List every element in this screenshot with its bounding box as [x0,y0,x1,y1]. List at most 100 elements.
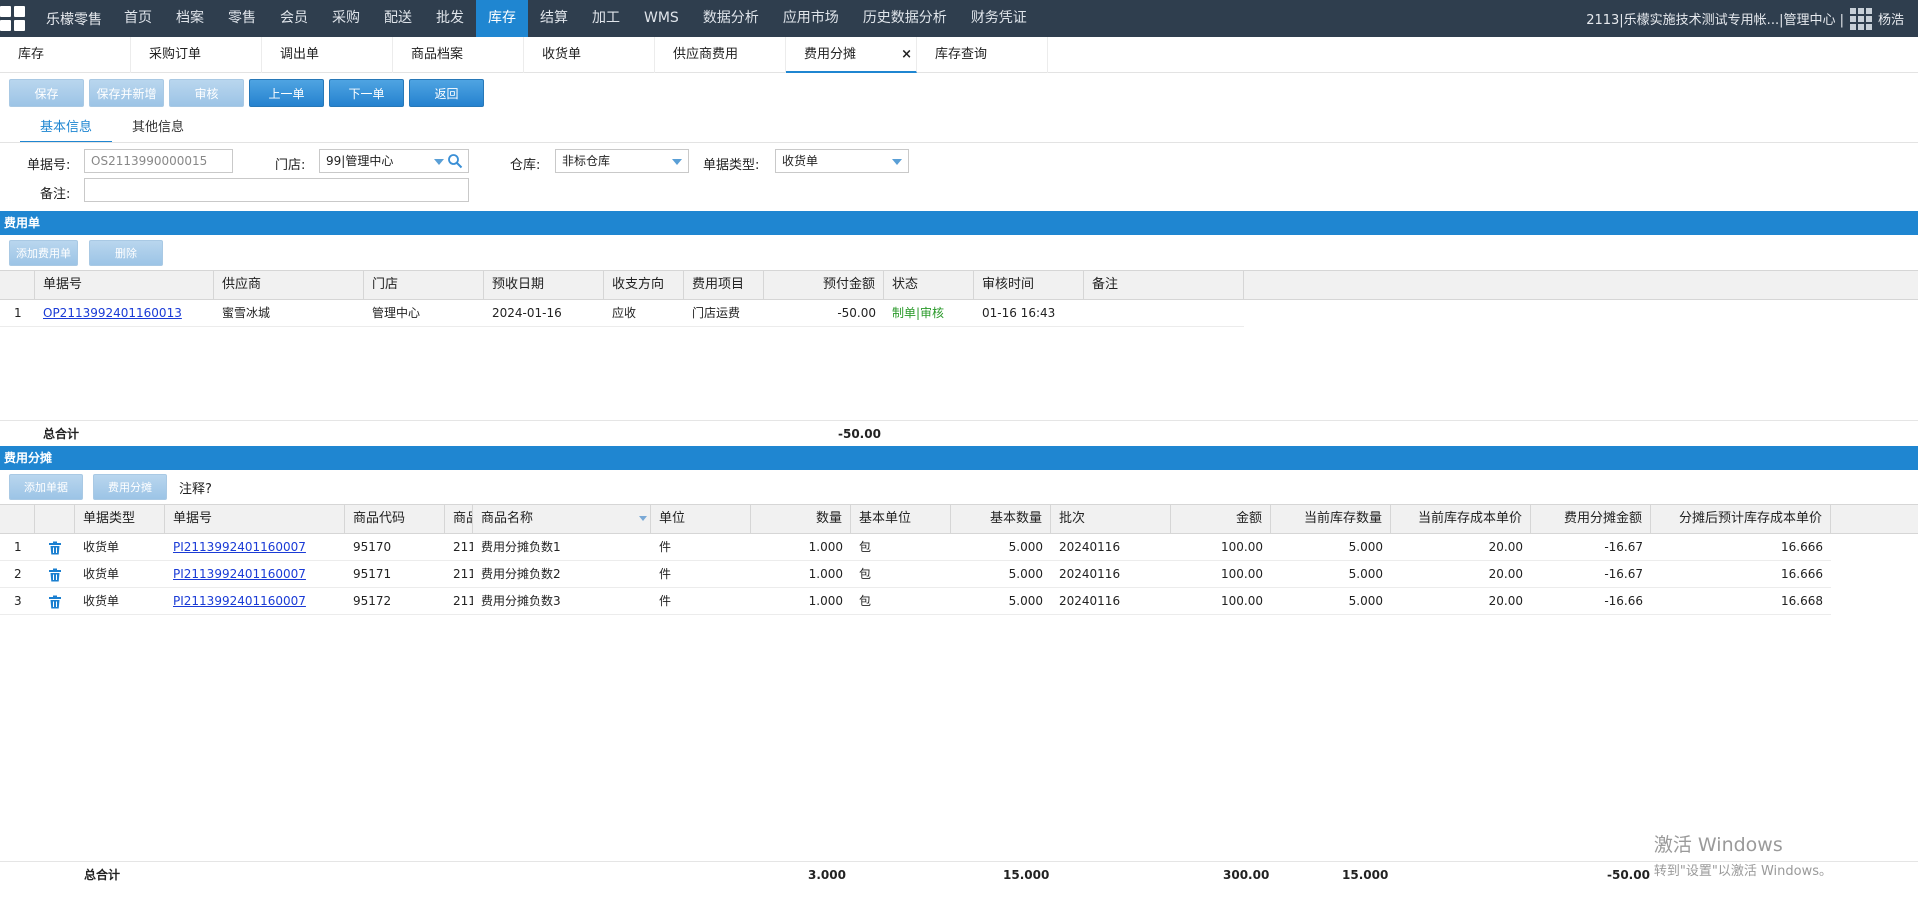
row-action [35,534,75,560]
audit-button[interactable]: 审核 [169,79,244,107]
col-remark[interactable]: 备注 [1084,271,1244,299]
menu-item-member[interactable]: 会员 [268,0,320,37]
back-button[interactable]: 返回 [409,79,484,107]
doc-no-link[interactable]: PI2113992401160007 [173,540,306,554]
doc-no-link[interactable]: OP2113992401160013 [43,306,182,320]
allocate-fee-button[interactable]: 费用分摊 [93,474,167,500]
menu-item-retail[interactable]: 零售 [216,0,268,37]
doc-tab-transfer-out[interactable]: 调出单 [262,37,393,73]
col-doc-no[interactable]: 单据号 [35,271,214,299]
trash-icon[interactable] [48,595,62,609]
next-doc-button[interactable]: 下一单 [329,79,404,107]
menu-item-data-analysis[interactable]: 数据分析 [691,0,771,37]
col-product-code[interactable]: 商品代码 [345,505,445,533]
col-alloc-amount[interactable]: 费用分摊金额 [1531,505,1651,533]
app-grid-icon[interactable] [0,0,40,37]
menu-item-processing[interactable]: 加工 [580,0,632,37]
col-unit[interactable]: 单位 [651,505,751,533]
store-field[interactable]: 99|管理中心 [319,149,469,173]
col-stock-cost[interactable]: 当前库存成本单价 [1391,505,1531,533]
menu-item-home[interactable]: 首页 [112,0,164,37]
menu-item-finance-voucher[interactable]: 财务凭证 [959,0,1039,37]
doc-tab-receipt[interactable]: 收货单 [524,37,655,73]
search-icon[interactable] [447,153,463,169]
apps-icon[interactable] [1849,7,1872,30]
info-tabs: 基本信息 其他信息 [20,116,204,143]
save-button[interactable]: 保存 [9,79,84,107]
col-audit-time[interactable]: 审核时间 [974,271,1084,299]
save-and-new-button[interactable]: 保存并新增 [89,79,164,107]
row-product-name: 费用分摊负数1 [481,540,561,554]
tab-basic-info[interactable]: 基本信息 [20,116,113,143]
row-doc-no: OP2113992401160013 [35,300,214,326]
col-amount[interactable]: 金额 [1171,505,1271,533]
doc-no-link[interactable]: PI2113992401160007 [173,567,306,581]
prev-doc-button[interactable]: 上一单 [249,79,324,107]
doc-no-link[interactable]: PI2113992401160007 [173,594,306,608]
col-direction[interactable]: 收支方向 [604,271,684,299]
col-status[interactable]: 状态 [884,271,974,299]
remark-input[interactable] [84,178,469,202]
trash-icon[interactable] [48,568,62,582]
close-icon[interactable]: × [901,37,912,73]
user-name[interactable]: 杨浩 [1878,9,1904,28]
menu-item-distribution[interactable]: 配送 [372,0,424,37]
doc-tab-product-archive[interactable]: 商品档案 [393,37,524,73]
col-product-short[interactable]: 商品 [445,505,473,533]
doc-tab-fee-allocation[interactable]: 费用分摊 × [786,37,917,73]
col-qty[interactable]: 数量 [751,505,851,533]
row-audit-time: 01-16 16:43 [982,306,1056,320]
col-base-unit[interactable]: 基本单位 [851,505,951,533]
user-org[interactable]: 2113|乐檬实施技术测试专用帐...|管理中心 | [1586,9,1844,28]
col-amount[interactable]: 预付金额 [764,271,884,299]
add-document-button[interactable]: 添加单据 [9,474,83,500]
col-stock-qty[interactable]: 当前库存数量 [1271,505,1391,533]
doc-type-select[interactable]: 收货单 [775,149,909,173]
col-date[interactable]: 预收日期 [484,271,604,299]
doc-tab-supplier-fee[interactable]: 供应商费用 [655,37,786,73]
brand-name: 乐檬零售 [46,11,102,28]
row-doc-no: PI2113992401160007 [165,561,345,587]
note-help-link[interactable]: 注释? [179,478,212,497]
menu-item-inventory[interactable]: 库存 [476,0,528,37]
doc-tab-stock-query[interactable]: 库存查询 [917,37,1048,73]
col-supplier[interactable]: 供应商 [214,271,364,299]
chevron-down-icon[interactable] [672,159,682,165]
col-product-name[interactable]: 商品名称 [473,505,651,533]
row-direction: 应收 [612,306,637,320]
add-fee-button[interactable]: 添加费用单 [9,240,78,266]
menu-item-archive[interactable]: 档案 [164,0,216,37]
col-base-qty[interactable]: 基本数量 [951,505,1051,533]
tab-other-info[interactable]: 其他信息 [112,116,204,143]
delete-fee-button[interactable]: 删除 [89,240,163,266]
doc-no-field[interactable]: OS2113990000015 [84,149,233,173]
col-doc-type[interactable]: 单据类型 [75,505,165,533]
warehouse-select[interactable]: 非标仓库 [555,149,689,173]
trash-icon[interactable] [48,541,62,555]
table-row[interactable]: 1 收货单 PI2113992401160007 95170 211 费用分摊负… [0,534,1831,561]
row-batch: 20240116 [1059,540,1121,554]
menu-item-purchase[interactable]: 采购 [320,0,372,37]
table-row[interactable]: 1 OP2113992401160013 蜜雪冰城 管理中心 2024-01-1… [0,300,1244,327]
doc-tab-purchase-order[interactable]: 采购订单 [131,37,262,73]
row-action [35,588,75,614]
chevron-down-icon[interactable] [434,159,444,165]
menu-item-settlement[interactable]: 结算 [528,0,580,37]
col-new-cost[interactable]: 分摊后预计库存成本单价 [1651,505,1831,533]
chevron-down-icon[interactable] [892,159,902,165]
menu-item-wholesale[interactable]: 批发 [424,0,476,37]
col-batch[interactable]: 批次 [1051,505,1171,533]
menu-item-history-analysis[interactable]: 历史数据分析 [851,0,959,37]
col-doc-no[interactable]: 单据号 [165,505,345,533]
chevron-down-icon[interactable] [639,516,647,521]
col-item[interactable]: 费用项目 [684,271,764,299]
table-row[interactable]: 2 收货单 PI2113992401160007 95171 211 费用分摊负… [0,561,1831,588]
doc-tab-inventory[interactable]: 库存 [0,37,131,73]
row-alloc-amount: -16.66 [1604,594,1643,608]
col-store[interactable]: 门店 [364,271,484,299]
top-nav: 乐檬零售 首页 档案 零售 会员 采购 配送 批发 库存 结算 加工 WMS 数… [0,0,1918,37]
menu-item-app-market[interactable]: 应用市场 [771,0,851,37]
menu-item-wms[interactable]: WMS [632,0,691,37]
watermark-line-2: 转到"设置"以激活 Windows。 [1653,864,1832,879]
table-row[interactable]: 3 收货单 PI2113992401160007 95172 211 费用分摊负… [0,588,1831,615]
